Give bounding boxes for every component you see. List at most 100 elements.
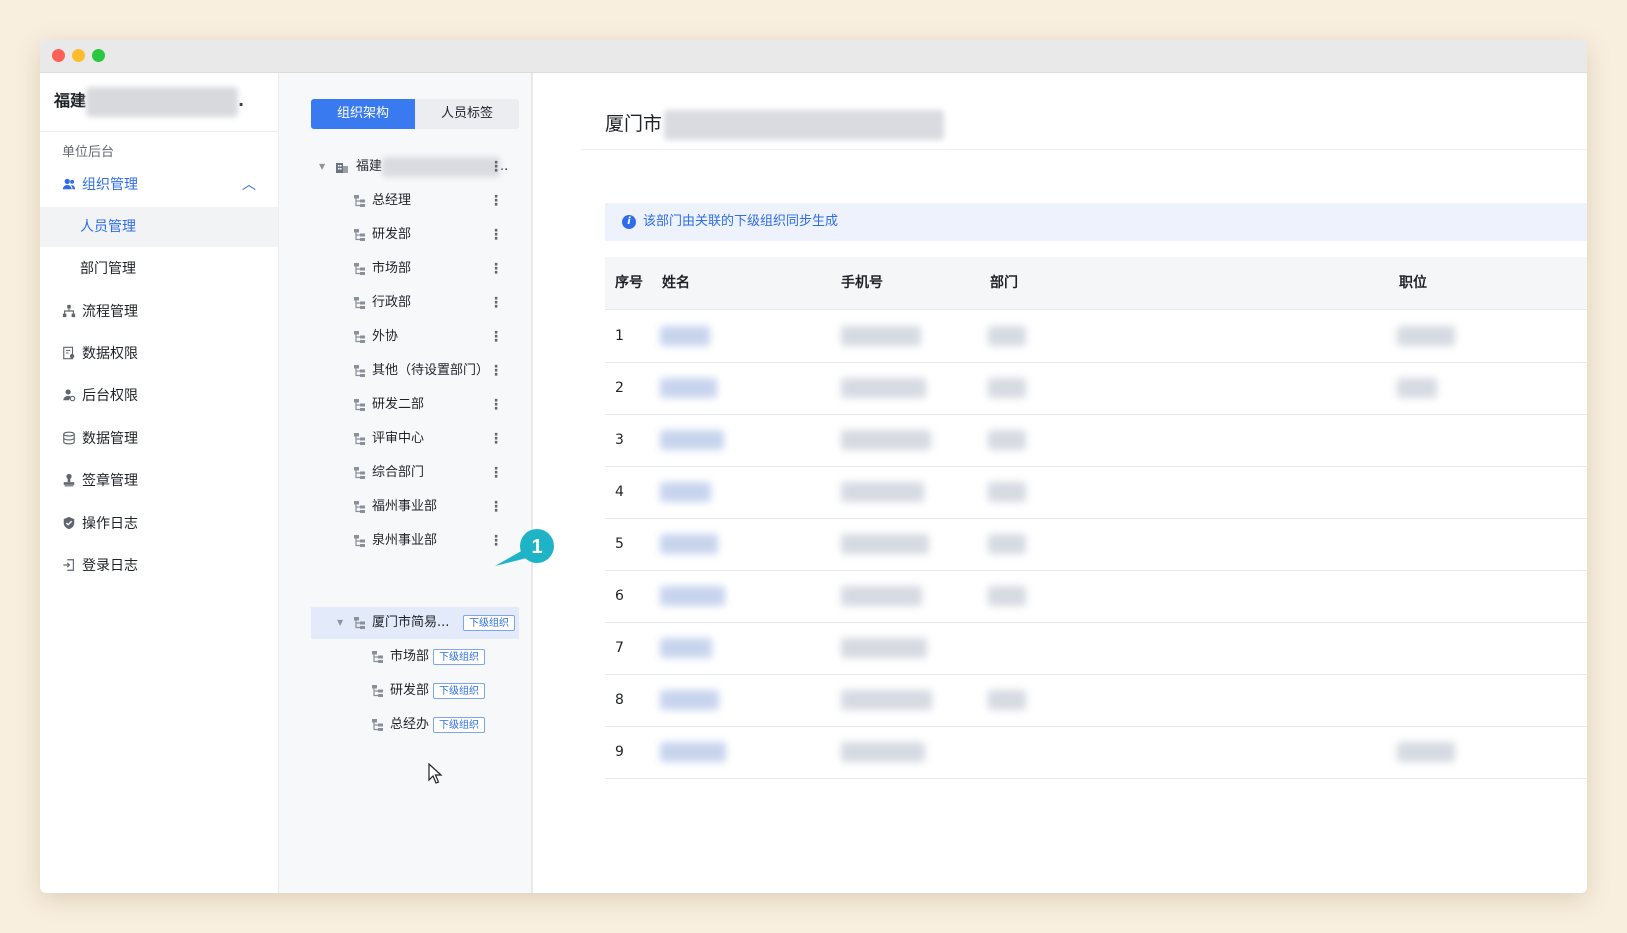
table-row[interactable]: 7	[605, 622, 1587, 675]
table-row[interactable]: 4	[605, 466, 1587, 519]
chevron-up-icon: ︿	[242, 177, 256, 193]
tree-node[interactable]: 其他（待设置部门） ⋮	[311, 355, 519, 387]
tree-subnode[interactable]: 市场部 下级组织	[311, 641, 519, 673]
tree-node[interactable]: 研发部 ⋮	[311, 219, 519, 251]
caret-down-icon[interactable]: ▼	[337, 607, 343, 639]
more-vertical-icon[interactable]: ⋮	[489, 321, 503, 353]
tree-node[interactable]: 泉州事业部 ⋮	[311, 525, 519, 557]
table-row[interactable]: 9	[605, 726, 1587, 779]
menu-data-permission[interactable]: 数据权限	[40, 334, 278, 374]
phone-redacted	[841, 690, 932, 710]
table-row[interactable]: 3	[605, 414, 1587, 467]
menu-admin-permission[interactable]: 后台权限	[40, 376, 278, 416]
department-redacted	[988, 326, 1026, 346]
more-vertical-icon[interactable]: ⋮	[489, 219, 503, 251]
admin-permission-icon	[63, 389, 76, 402]
more-vertical-icon[interactable]: ⋮	[489, 185, 503, 217]
org-tree-icon	[372, 651, 383, 663]
tree-node[interactable]: 外协 ⋮	[311, 321, 519, 353]
table-row[interactable]: 5	[605, 518, 1587, 571]
tree-subnode-label: 总经办	[390, 717, 430, 732]
tab-org-structure[interactable]: 组织架构	[311, 99, 415, 129]
sidebar-section-label: 单位后台	[62, 145, 115, 160]
tree-node-label: 综合部门	[372, 465, 425, 480]
menu-stamp-label: 签章管理	[82, 473, 138, 489]
tree-root-node[interactable]: ▼ 福建.. ⋮	[311, 151, 519, 183]
tree-node[interactable]: 市场部 ⋮	[311, 253, 519, 285]
tree-node[interactable]: 行政部 ⋮	[311, 287, 519, 319]
phone-redacted	[841, 326, 921, 346]
department-redacted	[988, 378, 1026, 398]
more-vertical-icon[interactable]: ⋮	[489, 491, 503, 523]
org-tree-icon	[354, 399, 365, 411]
name-redacted	[660, 430, 724, 450]
menu-department-label: 部门管理	[80, 261, 136, 277]
row-index: 2	[615, 380, 624, 396]
position-redacted	[1397, 742, 1455, 762]
tree-node[interactable]: 总经理 ⋮	[311, 185, 519, 217]
department-redacted	[988, 482, 1026, 502]
org-tree-icon	[354, 195, 365, 207]
name-redacted	[660, 326, 710, 346]
tree-node[interactable]: 研发二部 ⋮	[311, 389, 519, 421]
more-vertical-icon[interactable]: ⋮	[489, 287, 503, 319]
org-tree-icon	[354, 331, 365, 343]
name-redacted	[660, 482, 711, 502]
tree-node-label: 泉州事业部	[372, 533, 438, 548]
org-tree-icon	[354, 433, 365, 445]
tree-node[interactable]: 综合部门 ⋮	[311, 457, 519, 489]
sub-org-tag: 下级组织	[433, 683, 485, 699]
row-index: 5	[615, 536, 624, 552]
maximize-window-button[interactable]	[92, 49, 105, 62]
menu-stamp-management[interactable]: 签章管理	[40, 461, 278, 501]
department-title-redacted	[664, 109, 945, 140]
department-redacted	[988, 690, 1026, 710]
sub-org-tag: 下级组织	[433, 717, 485, 733]
step-callout: 1	[495, 529, 554, 566]
close-window-button[interactable]	[52, 49, 65, 62]
tree-subnode-label: 市场部	[390, 649, 430, 664]
caret-down-icon[interactable]: ▼	[319, 151, 325, 183]
menu-org-management[interactable]: 组织管理 ︿	[40, 165, 278, 205]
tree-node-label: 福州事业部	[372, 499, 438, 514]
more-vertical-icon[interactable]: ⋮	[489, 457, 503, 489]
position-redacted	[1397, 378, 1437, 398]
more-vertical-icon[interactable]: ⋮	[489, 355, 503, 387]
tree-node[interactable]: 评审中心 ⋮	[311, 423, 519, 455]
org-name-suffix: .	[238, 91, 245, 110]
tree-node-selected[interactable]: ▼ 厦门市简易... 下级组织	[311, 607, 519, 639]
minimize-window-button[interactable]	[72, 49, 85, 62]
department-redacted	[988, 586, 1026, 606]
column-department: 部门	[990, 275, 1018, 291]
menu-operation-log[interactable]: 操作日志	[40, 504, 278, 544]
org-tree-icon	[372, 685, 383, 697]
menu-login-log[interactable]: 登录日志	[40, 546, 278, 586]
tree-subnode[interactable]: 研发部 下级组织	[311, 675, 519, 707]
menu-department-management[interactable]: 部门管理	[40, 249, 278, 289]
more-vertical-icon[interactable]: ⋮	[489, 151, 503, 183]
tree-node[interactable]: 福州事业部 ⋮	[311, 491, 519, 523]
table-row[interactable]: 8	[605, 674, 1587, 727]
org-tree-icon	[354, 229, 365, 241]
more-vertical-icon[interactable]: ⋮	[489, 389, 503, 421]
org-tree-icon	[354, 617, 365, 629]
table-row[interactable]: 1	[605, 310, 1587, 363]
tree-subnode[interactable]: 总经办 下级组织	[311, 709, 519, 741]
users-icon	[62, 178, 76, 190]
name-redacted	[660, 534, 718, 554]
menu-data-management[interactable]: 数据管理	[40, 419, 278, 459]
menu-flow-management[interactable]: 流程管理	[40, 292, 278, 332]
more-vertical-icon[interactable]: ⋮	[489, 253, 503, 285]
more-vertical-icon[interactable]: ⋮	[489, 423, 503, 455]
tab-personnel-tags[interactable]: 人员标签	[415, 99, 519, 129]
name-redacted	[660, 638, 712, 658]
table-row[interactable]: 2	[605, 362, 1587, 415]
org-tree-icon	[372, 719, 383, 731]
app-window: 福建. 单位后台 组织管理 ︿ 人员管理 部门管理 流程管理 数据权限 后台权限…	[40, 40, 1587, 893]
building-icon	[336, 163, 348, 173]
name-redacted	[660, 378, 717, 398]
table-row[interactable]: 6	[605, 570, 1587, 623]
sync-notice: i 该部门由关联的下级组织同步生成	[605, 203, 1587, 241]
stamp-icon	[63, 473, 75, 487]
menu-personnel-management[interactable]: 人员管理	[40, 207, 278, 247]
